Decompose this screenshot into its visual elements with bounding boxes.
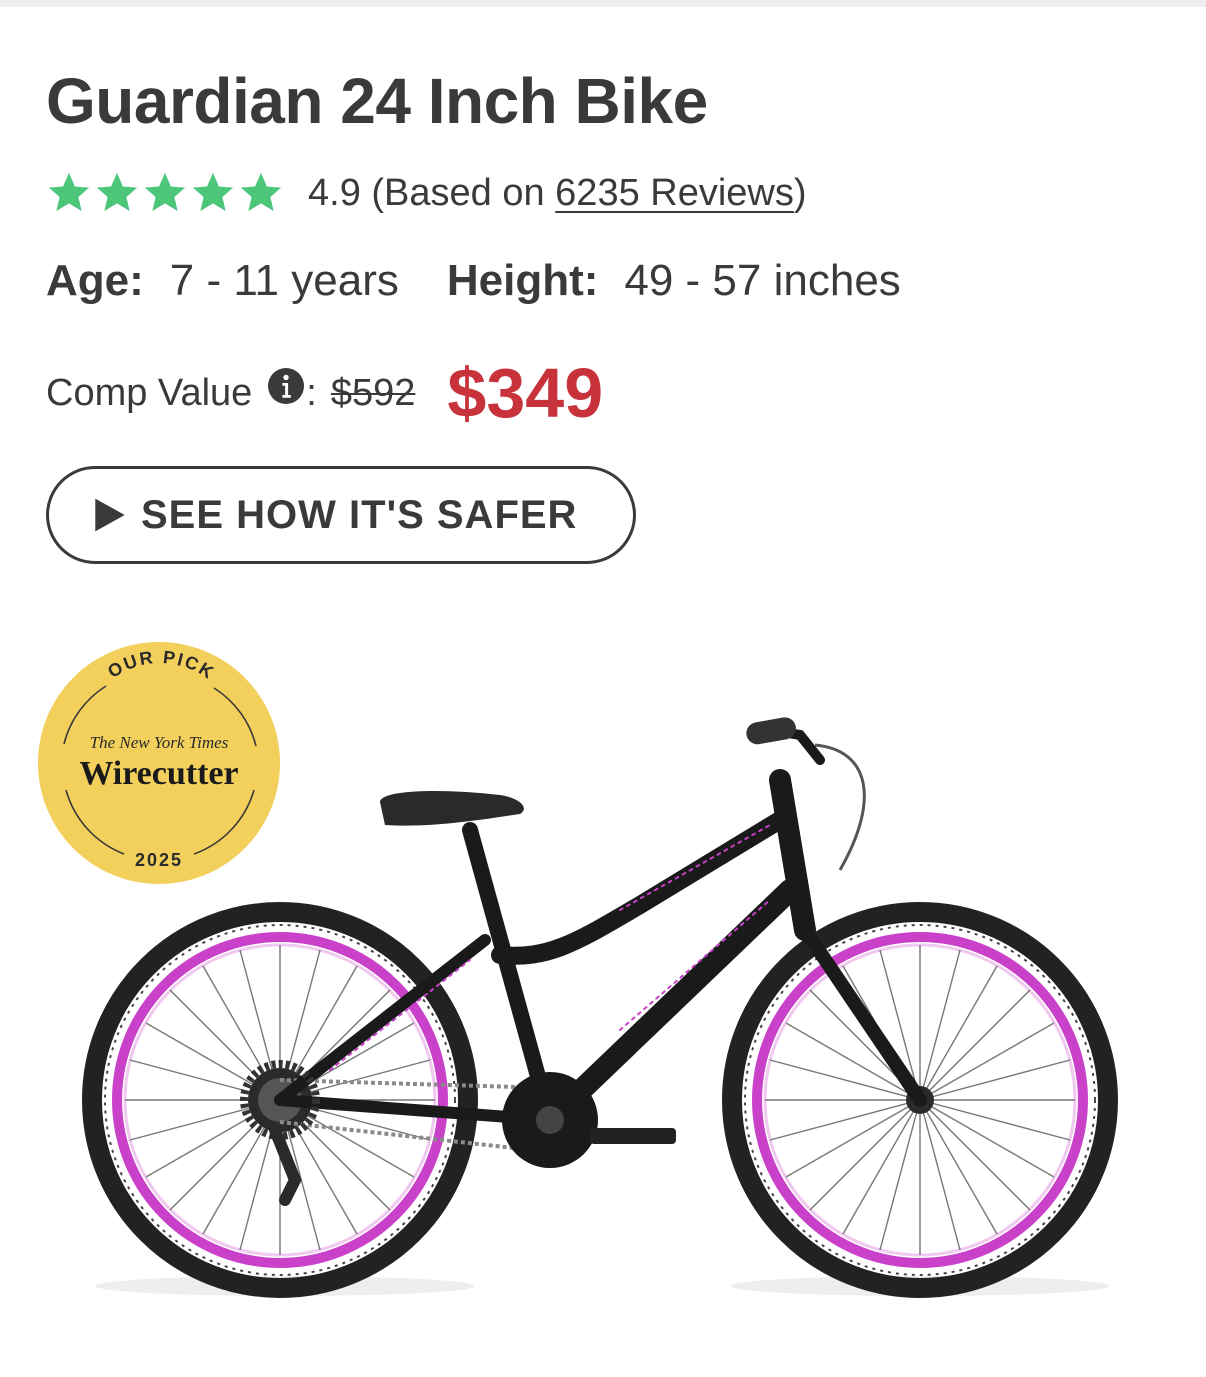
bike-handlebar: [746, 717, 866, 871]
top-divider: [0, 0, 1206, 7]
comp-value-label: Comp Value: [46, 371, 253, 414]
see-how-safer-label: SEE HOW IT'S SAFER: [141, 492, 578, 537]
age-label: Age:: [46, 256, 144, 305]
bike-seat: [380, 790, 524, 826]
reviews-link[interactable]: 6235 Reviews: [555, 172, 794, 214]
rating-row: 4.9 (Based on 6235 Reviews): [46, 168, 807, 218]
bike-image: [82, 717, 1118, 1298]
rating-close-paren: ): [793, 171, 807, 214]
sale-price: $349: [447, 354, 604, 432]
product-title: Guardian 24 Inch Bike: [46, 65, 708, 137]
star-icon: [144, 172, 186, 212]
height-label: Height:: [446, 256, 599, 305]
comp-price: $592: [330, 371, 416, 414]
age-value: 7 - 11 years: [169, 256, 399, 305]
star-icon: [96, 172, 138, 212]
star-icon: [48, 172, 90, 212]
star-icon: [240, 172, 282, 212]
rating-text: 4.9 (Based on 6235 Reviews): [308, 172, 807, 215]
product-specs: Age: 7 - 11 years Height: 49 - 57 inches: [46, 256, 901, 306]
comp-value-colon: :: [306, 371, 317, 414]
see-how-safer-button[interactable]: SEE HOW IT'S SAFER: [46, 466, 636, 564]
info-icon[interactable]: [268, 368, 305, 404]
height-value: 49 - 57 inches: [624, 256, 901, 305]
star-icon: [192, 172, 234, 212]
star-rating: [46, 170, 284, 216]
play-icon: [95, 498, 125, 532]
rating-score: 4.9 (Based on: [308, 171, 556, 214]
price-row: Comp Value : $592 $349: [46, 354, 603, 432]
